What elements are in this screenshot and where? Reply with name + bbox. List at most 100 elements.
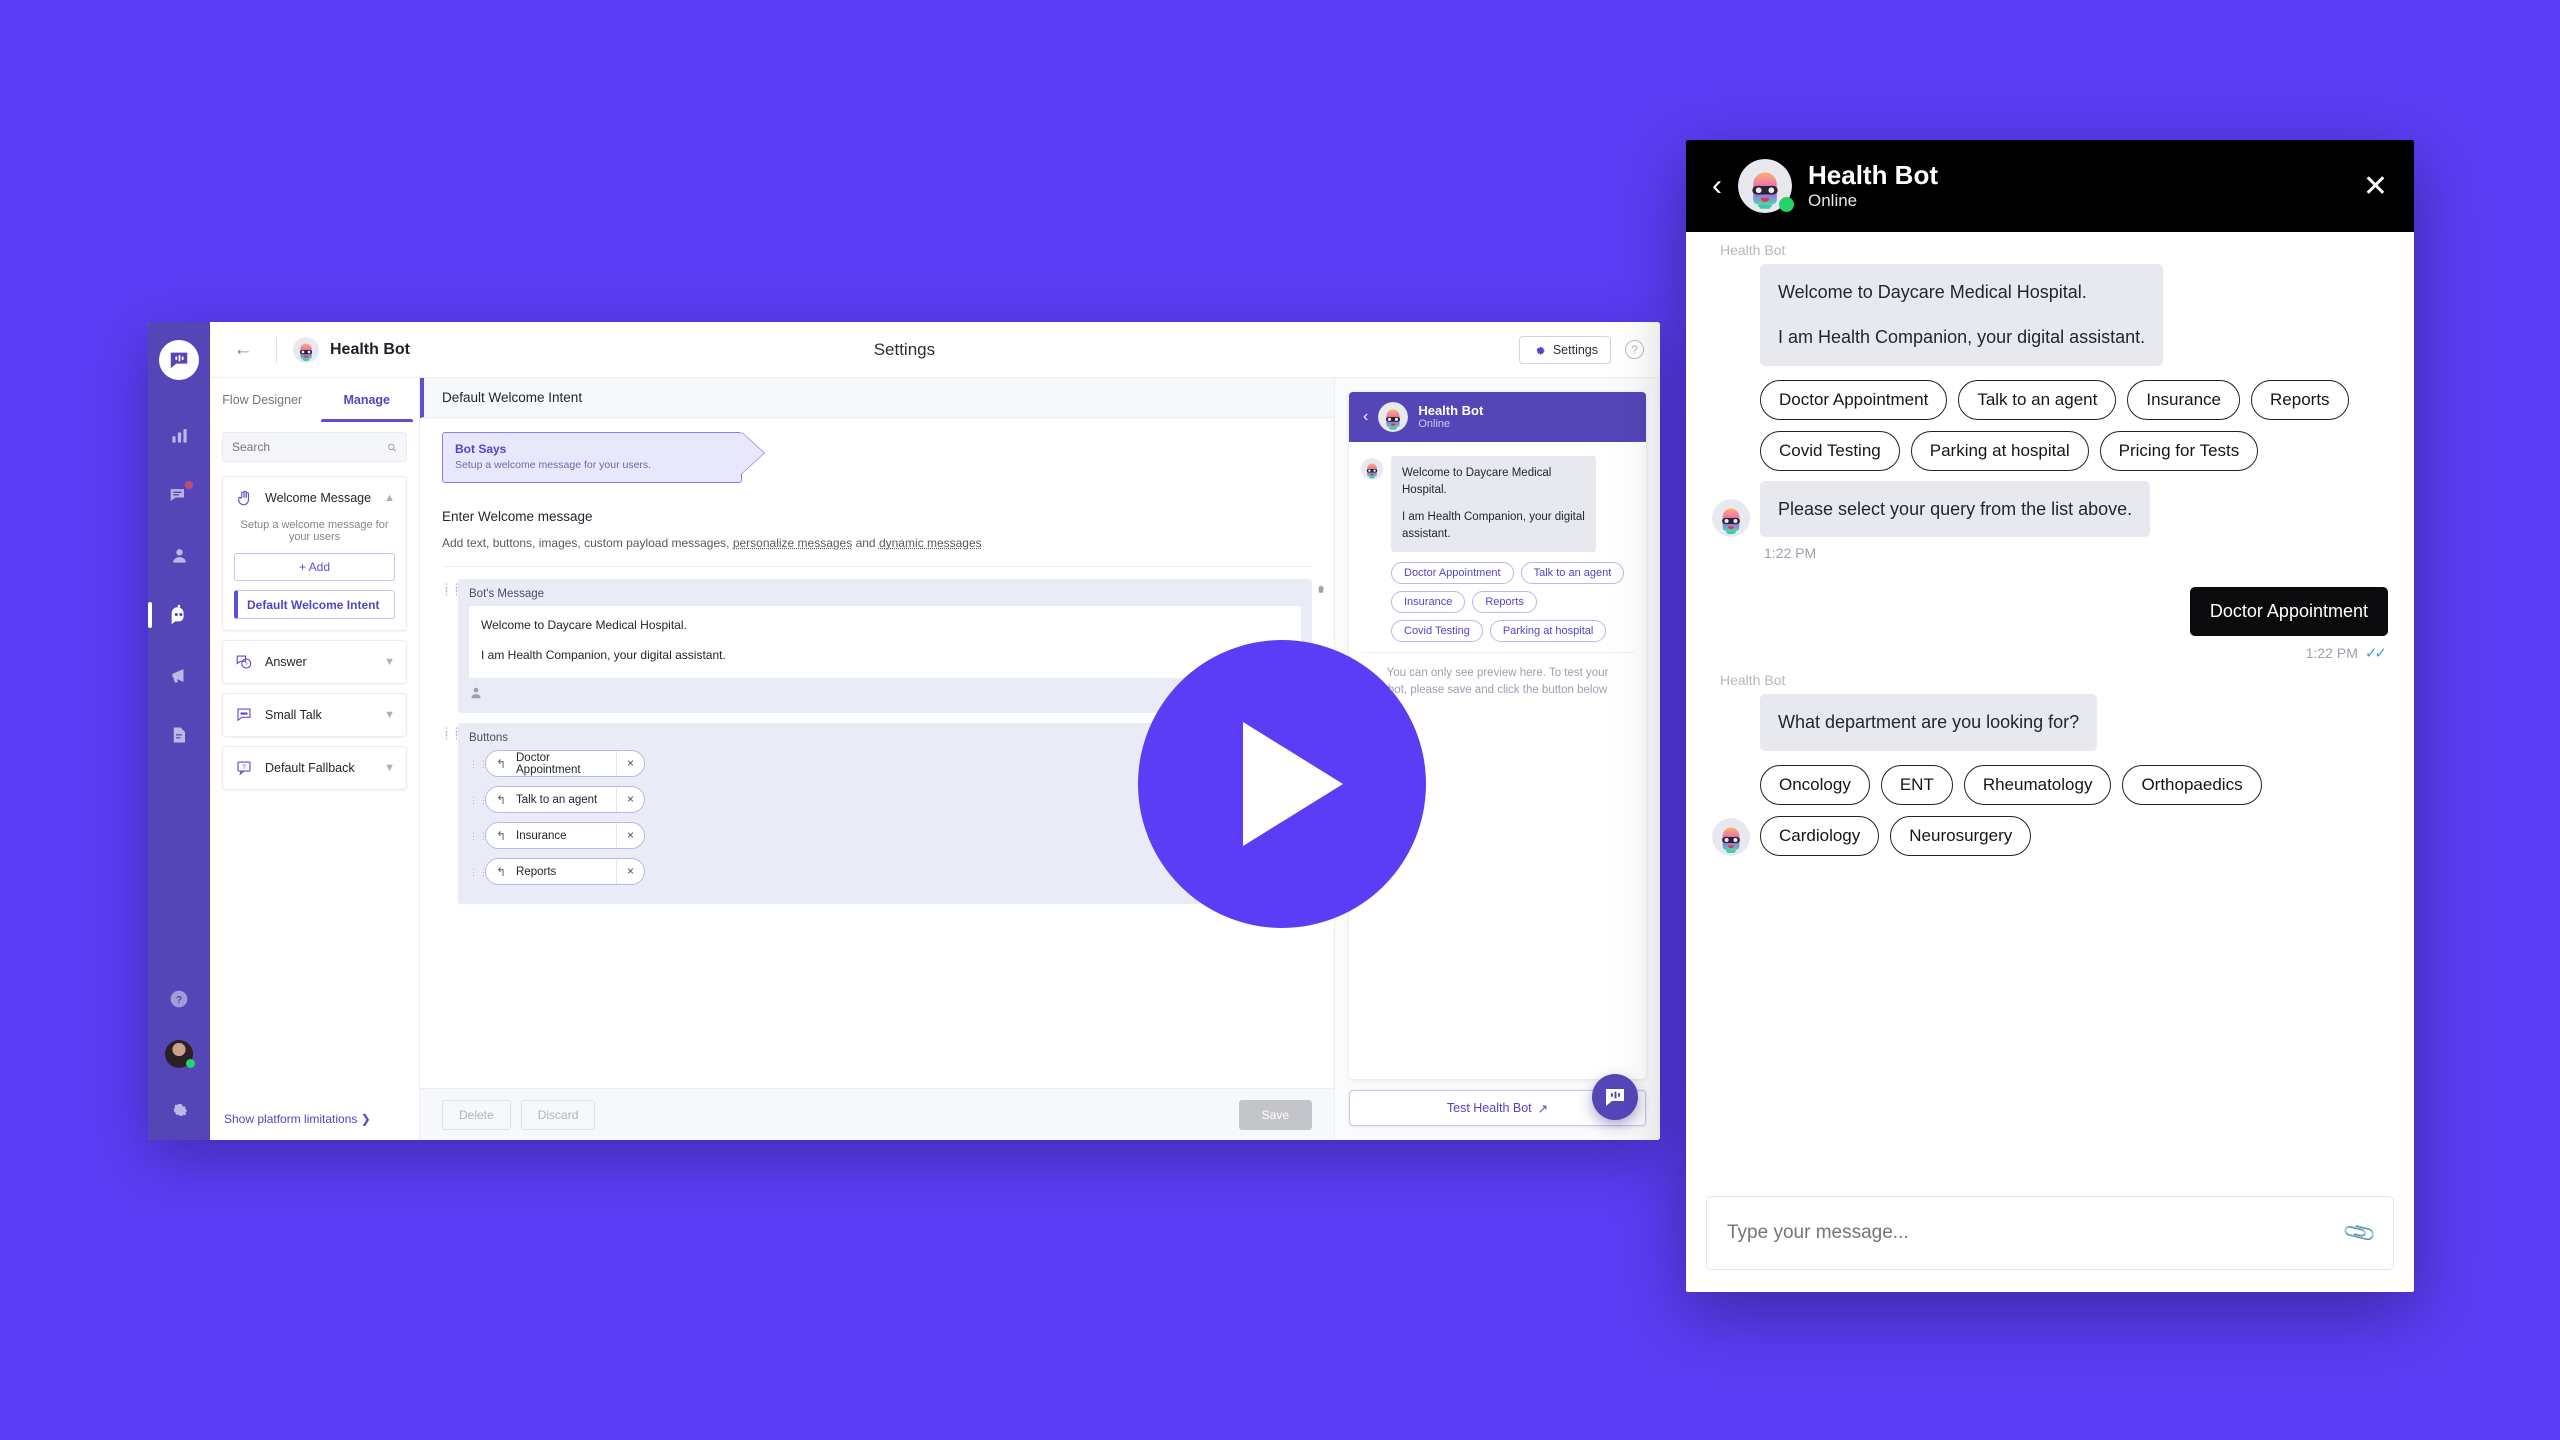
test-bot-label: Test Health Bot [1446, 1101, 1532, 1115]
reply-arrow-icon: ↰ [495, 792, 507, 807]
search-input[interactable] [232, 440, 387, 454]
back-arrow-icon[interactable]: ← [226, 339, 260, 361]
department-chip[interactable]: Rheumatology [1963, 765, 2112, 806]
quick-reply-chip[interactable]: Reports [2251, 379, 2349, 420]
show-platform-limitations-link[interactable]: Show platform limitations ❯ [224, 1112, 371, 1126]
department-chip[interactable]: Oncology [1760, 765, 1870, 806]
close-icon[interactable]: ✕ [2363, 169, 2388, 204]
play-button-icon[interactable] [1138, 640, 1426, 928]
trash-icon[interactable] [1316, 583, 1326, 598]
discard-button[interactable]: Discard [520, 1099, 596, 1130]
preview-chip[interactable]: Parking at hospital [1489, 620, 1607, 642]
chevron-down-icon[interactable]: ▼ [384, 709, 395, 721]
drag-handle[interactable]: ⋮⋮ [469, 831, 488, 840]
delete-button[interactable]: Delete [442, 1099, 511, 1130]
department-chip[interactable]: Orthopaedics [2122, 765, 2262, 806]
intent-item-default-welcome[interactable]: Default Welcome Intent [234, 590, 395, 619]
robot-icon[interactable] [148, 600, 194, 630]
quick-reply-chip[interactable]: Pricing for Tests [2099, 430, 2259, 471]
dots-bubble-icon [234, 705, 254, 725]
drag-handle[interactable]: ⋮⋮ [469, 867, 488, 876]
bot-says-node[interactable]: Bot Says Setup a welcome message for you… [442, 432, 742, 483]
block-label: Bot's Message [469, 588, 545, 600]
panel-tabs: Flow Designer Manage [210, 378, 419, 422]
tab-flow-designer[interactable]: Flow Designer [210, 378, 315, 422]
bubble-line: Welcome to Daycare Medical Hospital. [1402, 467, 1552, 497]
quick-reply-chip[interactable]: Parking at hospital [1910, 430, 2089, 471]
preview-chips: Doctor Appointment Talk to an agent Insu… [1391, 562, 1634, 642]
button-chip[interactable]: ↰ Talk to an agent × [485, 786, 645, 813]
button-chip[interactable]: ↰ Doctor Appointment × [485, 750, 645, 777]
preview-chip[interactable]: Doctor Appointment [1391, 562, 1514, 584]
widget-footer: 📎 [1686, 1196, 2414, 1292]
preview-bubble: Welcome to Daycare Medical Hospital. I a… [1391, 456, 1596, 552]
tab-manage[interactable]: Manage [315, 378, 420, 422]
back-arrow-icon[interactable]: ‹ [1363, 408, 1368, 426]
personalize-messages-link[interactable]: personalize messages [733, 536, 852, 550]
section-header[interactable]: Small Talk ▼ [223, 694, 406, 736]
button-chip[interactable]: ↰ Reports × [485, 858, 645, 885]
settings-button[interactable]: Settings [1518, 335, 1611, 364]
chevron-down-icon[interactable]: ▼ [384, 656, 395, 668]
remove-button-icon[interactable]: × [616, 859, 644, 884]
widget-header: ‹ Health Bot Online ✕ [1686, 140, 2414, 232]
message-sender: Health Bot [1720, 672, 1786, 689]
left-icon-rail: ? [148, 322, 210, 1140]
section-header[interactable]: ? Answer ▼ [223, 641, 406, 683]
node-title: Bot Says [455, 442, 507, 456]
quick-reply-chip[interactable]: Covid Testing [1760, 430, 1900, 471]
remove-button-icon[interactable]: × [616, 751, 644, 776]
drag-handle[interactable]: ⋮⋮ [469, 795, 488, 804]
preview-message-row: Welcome to Daycare Medical Hospital. I a… [1361, 456, 1634, 552]
message-input-wrapper[interactable]: 📎 [1706, 1196, 2394, 1270]
chevron-down-icon[interactable]: ▼ [384, 762, 395, 774]
quick-reply-chip[interactable]: Doctor Appointment [1760, 379, 1948, 420]
section-header[interactable]: Welcome Message ▲ [223, 477, 406, 519]
preview-chip[interactable]: Insurance [1391, 591, 1466, 613]
remove-button-icon[interactable]: × [616, 787, 644, 812]
chat-logo-icon [1606, 1089, 1624, 1106]
quick-reply-chip[interactable]: Talk to an agent [1958, 379, 2117, 420]
gear-icon [1536, 346, 1545, 354]
help-icon[interactable]: ? [1625, 340, 1644, 359]
drag-handle[interactable]: ⋮⋮ ⋮⋮ [442, 579, 461, 596]
chat-logo-icon[interactable] [159, 340, 199, 380]
search-box[interactable] [222, 432, 407, 462]
bot-message-row: Welcome to Daycare Medical Hospital. I a… [1712, 264, 2388, 366]
remove-button-icon[interactable]: × [616, 823, 644, 848]
drag-handle[interactable]: ⋮⋮ [469, 759, 488, 768]
gear-icon[interactable] [164, 1094, 194, 1124]
save-button[interactable]: Save [1238, 1099, 1312, 1130]
preview-chip[interactable]: Reports [1472, 591, 1537, 613]
chevron-up-icon[interactable]: ▲ [384, 492, 395, 504]
preview-chip[interactable]: Talk to an agent [1520, 562, 1625, 584]
paperclip-icon[interactable]: 📎 [2341, 1214, 2378, 1251]
app-topbar: ← Health Bot Settings Settings ? [210, 322, 1660, 378]
megaphone-icon[interactable] [164, 660, 194, 690]
user-icon[interactable] [164, 540, 194, 570]
document-icon[interactable] [164, 720, 194, 750]
bar-chart-icon[interactable] [164, 420, 194, 450]
bots-message-textarea[interactable]: Welcome to Daycare Medical Hospital. I a… [469, 606, 1301, 678]
department-chip[interactable]: Cardiology [1760, 816, 1880, 857]
quick-reply-chip[interactable]: Insurance [2127, 379, 2241, 420]
bot-avatar [1378, 402, 1408, 432]
dynamic-messages-link[interactable]: dynamic messages [879, 536, 982, 550]
question-circle-icon[interactable]: ? [164, 984, 194, 1014]
timestamp-label: 1:22 PM [2305, 645, 2358, 662]
avatar[interactable] [165, 1040, 195, 1068]
section-header[interactable]: ? Default Fallback ▼ [223, 747, 406, 789]
chat-list-icon[interactable] [164, 480, 194, 510]
department-chip[interactable]: Neurosurgery [1890, 816, 2032, 857]
bot-bubble: What department are you looking for? [1760, 694, 2098, 752]
department-chip[interactable]: ENT [1880, 765, 1953, 806]
add-intent-button[interactable]: + Add [234, 553, 395, 581]
drag-handle[interactable]: ⋮⋮ ⋮⋮ [442, 723, 461, 740]
message-input[interactable] [1727, 1222, 2346, 1244]
button-label: Reports [516, 865, 557, 878]
button-chip[interactable]: ↰ Insurance × [485, 822, 645, 849]
link-label: Show platform limitations [224, 1112, 358, 1126]
preview-chip[interactable]: Covid Testing [1391, 620, 1483, 642]
back-arrow-icon[interactable]: ‹ [1712, 171, 1722, 201]
chat-fab-button[interactable] [1592, 1074, 1638, 1120]
